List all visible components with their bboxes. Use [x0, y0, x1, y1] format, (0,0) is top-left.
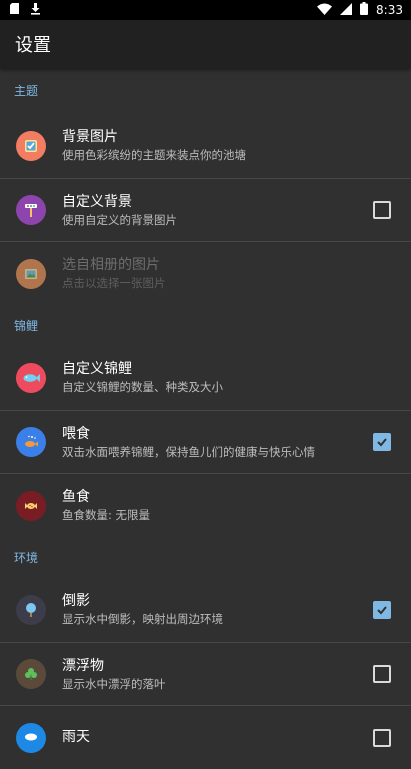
section-header-environment: 环境: [14, 550, 39, 565]
food-pellets-icon: [16, 490, 46, 521]
setting-summary: 鱼食数量: 无限量: [62, 508, 151, 522]
wifi-icon: [317, 3, 333, 18]
cellular-signal-icon: [340, 2, 353, 18]
battery-icon: [360, 2, 369, 18]
fish-icon: [16, 362, 46, 393]
setting-floating[interactable]: 漂浮物 显示水中漂浮的落叶: [0, 643, 411, 706]
setting-summary: 显示水中漂浮的落叶: [62, 676, 166, 691]
tree-reflection-icon: [16, 594, 46, 625]
app-bar: 设置: [0, 20, 411, 68]
feed-checkbox[interactable]: [373, 433, 391, 451]
setting-summary: 双击水面喂养锦鲤，保持鱼儿们的健康与快乐心情: [62, 444, 315, 459]
setting-summary: 点击以选择一张图片: [62, 276, 166, 290]
setting-title: 鱼食: [62, 489, 90, 505]
setting-title: 自定义锦鲤: [62, 361, 132, 377]
floating-checkbox[interactable]: [373, 665, 391, 683]
rain-cloud-icon: [16, 722, 46, 753]
setting-rain[interactable]: 雨天: [0, 706, 411, 769]
reflection-checkbox[interactable]: [373, 600, 391, 619]
status-bar: 8:33: [0, 0, 411, 20]
setting-title: 自定义背景: [62, 193, 132, 210]
setting-summary: 使用色彩缤纷的主题来装点你的池塘: [62, 148, 246, 162]
section-header-koi: 锦鲤: [14, 318, 39, 333]
picture-frame-icon: [16, 130, 46, 161]
status-time: 8:33: [376, 3, 403, 17]
rain-checkbox[interactable]: [373, 728, 391, 747]
page-title: 设置: [15, 35, 51, 56]
setting-title: 选自相册的图片: [62, 257, 160, 273]
sd-card-icon: [8, 2, 21, 18]
setting-title: 背景图片: [62, 129, 118, 145]
setting-summary: 自定义锦鲤的数量、种类及大小: [62, 380, 223, 394]
setting-custom-koi[interactable]: 自定义锦鲤 自定义锦鲤的数量、种类及大小: [0, 345, 411, 411]
setting-summary: 使用自定义的背景图片: [62, 212, 177, 227]
setting-feed[interactable]: 喂食 双击水面喂养锦鲤，保持鱼儿们的健康与快乐心情: [0, 411, 411, 474]
landscape-photo-icon: [16, 258, 46, 289]
signpost-icon: [16, 195, 46, 225]
leaf-icon: [16, 659, 46, 689]
setting-background-image[interactable]: 背景图片 使用色彩缤纷的主题来装点你的池塘: [0, 113, 411, 179]
setting-title: 漂浮物: [62, 657, 104, 674]
setting-custom-background[interactable]: 自定义背景 使用自定义的背景图片: [0, 179, 411, 242]
custom-background-checkbox[interactable]: [373, 201, 391, 219]
setting-title: 倒影: [62, 593, 90, 609]
setting-fish-food[interactable]: 鱼食 鱼食数量: 无限量: [0, 474, 411, 537]
feeding-fish-icon: [16, 427, 46, 457]
setting-summary: 显示水中倒影，映射出周边环境: [62, 612, 223, 626]
section-header-theme: 主题: [14, 84, 39, 98]
setting-title: 喂食: [62, 425, 90, 442]
setting-title: 雨天: [62, 729, 90, 745]
setting-reflection[interactable]: 倒影 显示水中倒影，映射出周边环境: [0, 577, 411, 643]
download-icon: [29, 2, 42, 18]
setting-album-picture: 选自相册的图片 点击以选择一张图片: [0, 242, 411, 305]
